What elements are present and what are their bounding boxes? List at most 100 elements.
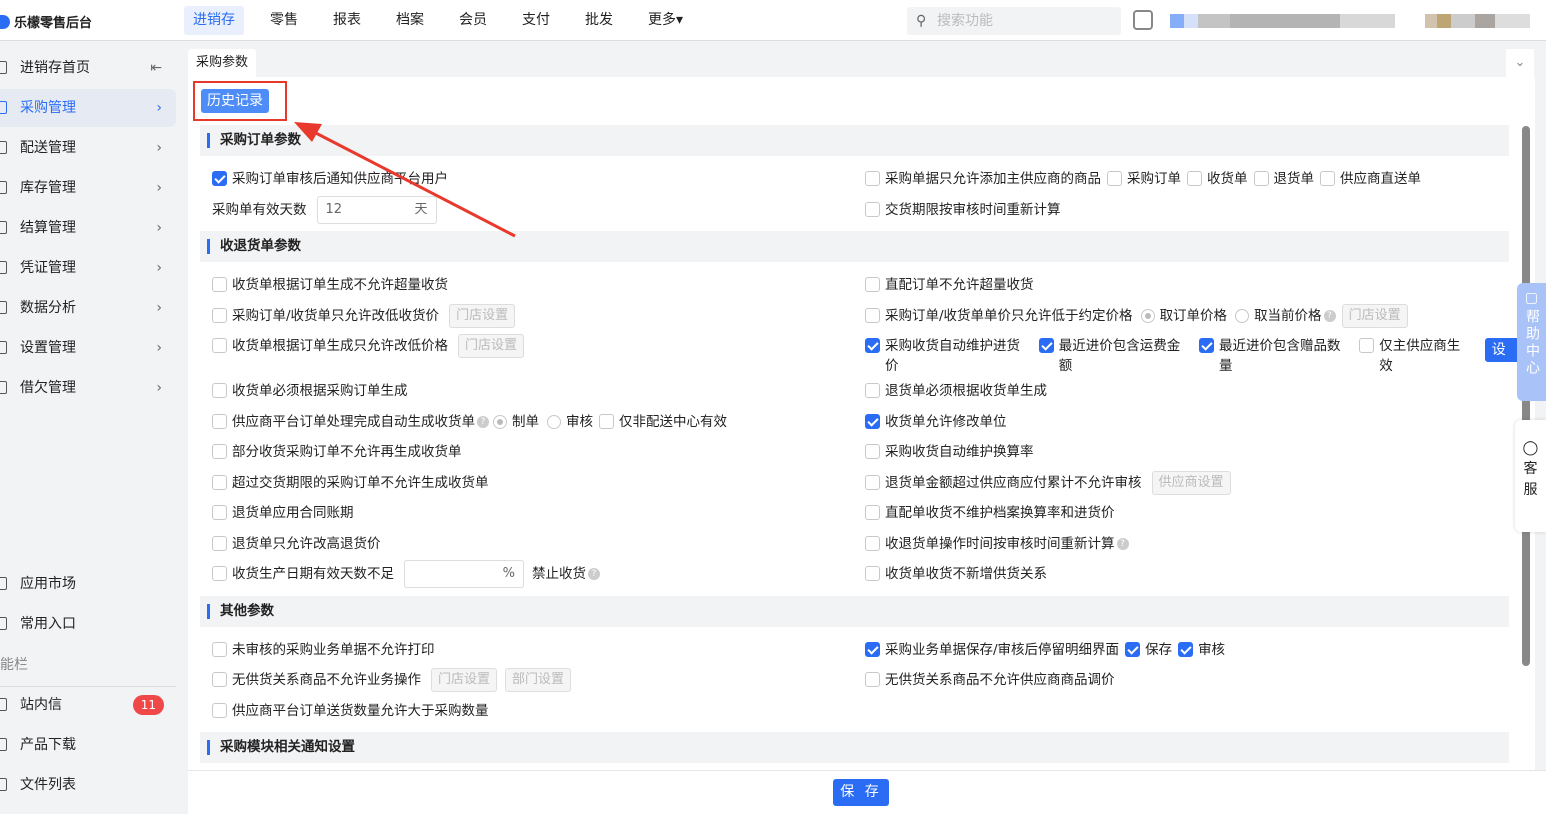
- setting-checkbox[interactable]: 采购订单: [1107, 169, 1181, 189]
- setting-checkbox[interactable]: 收货单允许修改单位: [865, 412, 1007, 432]
- setting-checkbox[interactable]: 退货单必须根据收货单生成: [865, 381, 1047, 401]
- checkbox[interactable]: [212, 474, 227, 490]
- setting-radio[interactable]: 制单: [491, 412, 539, 432]
- history-button[interactable]: 历史记录: [201, 89, 269, 113]
- sidebar-item[interactable]: 设置管理 ›: [0, 329, 176, 367]
- sidebar-item[interactable]: 凭证管理 ›: [0, 249, 176, 287]
- collapse-icon[interactable]: ⇤: [150, 49, 162, 87]
- nav-item-more[interactable]: 更多▾: [639, 6, 692, 35]
- nav-item-archive[interactable]: 档案: [387, 6, 433, 35]
- setting-checkbox[interactable]: 采购订单/收货单只允许改低收货价: [212, 306, 439, 326]
- help-icon[interactable]: ?: [1323, 309, 1336, 322]
- checkbox[interactable]: [865, 535, 880, 551]
- setting-checkbox[interactable]: 直配单收货不维护档案换算率和进货价: [865, 503, 1115, 523]
- sidebar-item[interactable]: 库存管理 ›: [0, 169, 176, 207]
- setting-checkbox[interactable]: 仅主供应商生效: [1359, 336, 1468, 376]
- checkbox[interactable]: [212, 338, 227, 353]
- checkbox[interactable]: [599, 413, 614, 429]
- setting-checkbox[interactable]: 无供货关系商品不允许供应商商品调价: [865, 670, 1115, 690]
- nav-item-inventory[interactable]: 进销存: [184, 6, 244, 35]
- checkbox[interactable]: [865, 201, 880, 217]
- checkbox[interactable]: [1198, 338, 1214, 353]
- checkbox[interactable]: [212, 505, 227, 520]
- radio-button[interactable]: [493, 414, 507, 429]
- setting-checkbox[interactable]: 超过交货期限的采购订单不允许生成收货单: [212, 473, 489, 493]
- setting-checkbox[interactable]: 无供货关系商品不允许业务操作: [212, 670, 421, 690]
- setting-checkbox[interactable]: 最近进价包含运费金额: [1038, 336, 1193, 376]
- number-input[interactable]: 12 天: [316, 195, 437, 224]
- checkbox[interactable]: [865, 171, 880, 186]
- settings-button[interactable]: 门店设置: [431, 668, 498, 692]
- checkbox[interactable]: [1253, 171, 1269, 186]
- setting-checkbox[interactable]: 退货单只允许改高退货价: [212, 534, 381, 554]
- checkbox[interactable]: [212, 413, 227, 429]
- checkbox[interactable]: [1359, 338, 1375, 353]
- settings-button[interactable]: 门店设置: [449, 303, 516, 328]
- setting-checkbox[interactable]: 供应商平台订单送货数量允许大于采购数量: [212, 701, 489, 721]
- nav-item-retail[interactable]: 零售: [261, 6, 307, 35]
- setting-checkbox[interactable]: 退货单: [1253, 169, 1314, 189]
- setting-checkbox[interactable]: 部分收货采购订单不允许再生成收货单: [212, 442, 462, 462]
- help-icon[interactable]: ?: [1116, 537, 1129, 550]
- checkbox[interactable]: [212, 641, 227, 657]
- checkbox[interactable]: [1125, 641, 1141, 657]
- help-icon[interactable]: ?: [588, 568, 600, 580]
- sidebar-item[interactable]: 借欠管理 ›: [0, 369, 176, 407]
- checkbox[interactable]: [212, 566, 227, 581]
- setting-checkbox[interactable]: 仅非配送中心有效: [599, 412, 727, 432]
- sidebar-item[interactable]: 配送管理 ›: [0, 129, 176, 167]
- setting-checkbox[interactable]: 收货单根据订单生成不允许超量收货: [212, 275, 448, 295]
- setting-checkbox[interactable]: 收货生产日期有效天数不足: [212, 564, 394, 584]
- nav-item-member[interactable]: 会员: [450, 6, 496, 35]
- tool-item[interactable]: 文件列表: [0, 766, 176, 804]
- printer-icon[interactable]: [1133, 10, 1153, 30]
- setting-checkbox[interactable]: 收货单必须根据采购订单生成: [212, 381, 408, 401]
- setting-checkbox[interactable]: 采购收货自动维护进货价: [865, 336, 1033, 376]
- radio-button[interactable]: [1140, 308, 1155, 323]
- setting-checkbox[interactable]: 采购订单/收货单单价只允许低于约定价格: [865, 306, 1133, 326]
- setting-checkbox[interactable]: 收货单收货不新增供货关系: [865, 564, 1047, 584]
- tab-purchase-params[interactable]: 采购参数: [188, 49, 257, 77]
- checkbox[interactable]: [865, 413, 880, 429]
- checkbox[interactable]: [865, 383, 880, 398]
- checkbox[interactable]: [865, 277, 880, 292]
- tool-item[interactable]: 产品下载: [0, 726, 176, 764]
- avatar[interactable]: [1425, 14, 1530, 28]
- checkbox[interactable]: [212, 171, 227, 186]
- sidebar-item[interactable]: 结算管理 ›: [0, 209, 176, 247]
- checkbox[interactable]: [1187, 171, 1202, 186]
- setting-checkbox[interactable]: 未审核的采购业务单据不允许打印: [212, 640, 435, 660]
- setting-checkbox[interactable]: 交货期限按审核时间重新计算: [865, 200, 1061, 220]
- settings-button[interactable]: 门店设置: [458, 334, 525, 358]
- nav-item-payment[interactable]: 支付: [513, 6, 559, 35]
- radio-button[interactable]: [1235, 308, 1250, 323]
- radio-button[interactable]: [547, 414, 561, 429]
- checkbox[interactable]: [212, 444, 227, 459]
- setting-checkbox[interactable]: 收退货单操作时间按审核时间重新计算: [865, 534, 1115, 554]
- search-input[interactable]: ⚲ 搜索功能: [907, 7, 1121, 35]
- help-icon[interactable]: ?: [477, 415, 489, 428]
- setting-checkbox[interactable]: 采购订单审核后通知供应商平台用户: [212, 169, 448, 189]
- setting-checkbox[interactable]: 采购收货自动维护换算率: [865, 442, 1034, 462]
- settings-button[interactable]: 门店设置: [1341, 303, 1408, 328]
- setting-checkbox[interactable]: 采购单据只允许添加主供应商的商品: [865, 169, 1101, 189]
- setting-checkbox[interactable]: 退货单金额超过供应商应付累计不允许审核: [865, 473, 1142, 493]
- setting-checkbox[interactable]: 直配订单不允许超量收货: [865, 275, 1034, 295]
- checkbox[interactable]: [1178, 641, 1194, 657]
- setting-checkbox[interactable]: 审核: [1178, 640, 1225, 660]
- nav-item-reports[interactable]: 报表: [324, 6, 370, 35]
- checkbox[interactable]: [1038, 338, 1054, 353]
- sidebar-item[interactable]: 数据分析 ›: [0, 289, 176, 327]
- tool-item[interactable]: 站内信 11: [0, 686, 176, 724]
- checkbox[interactable]: [865, 641, 880, 657]
- setting-checkbox[interactable]: 采购业务单据保存/审核后停留明细界面: [865, 640, 1119, 660]
- checkbox[interactable]: [865, 505, 880, 520]
- sidebar-item[interactable]: 采购管理 ›: [0, 89, 176, 127]
- settings-button[interactable]: 部门设置: [505, 668, 572, 692]
- save-button[interactable]: 保 存: [833, 779, 889, 806]
- checkbox[interactable]: [1320, 171, 1335, 186]
- number-input[interactable]: %: [404, 560, 524, 588]
- checkbox[interactable]: [865, 474, 880, 490]
- setting-checkbox[interactable]: 保存: [1125, 640, 1172, 660]
- checkbox[interactable]: [212, 672, 227, 687]
